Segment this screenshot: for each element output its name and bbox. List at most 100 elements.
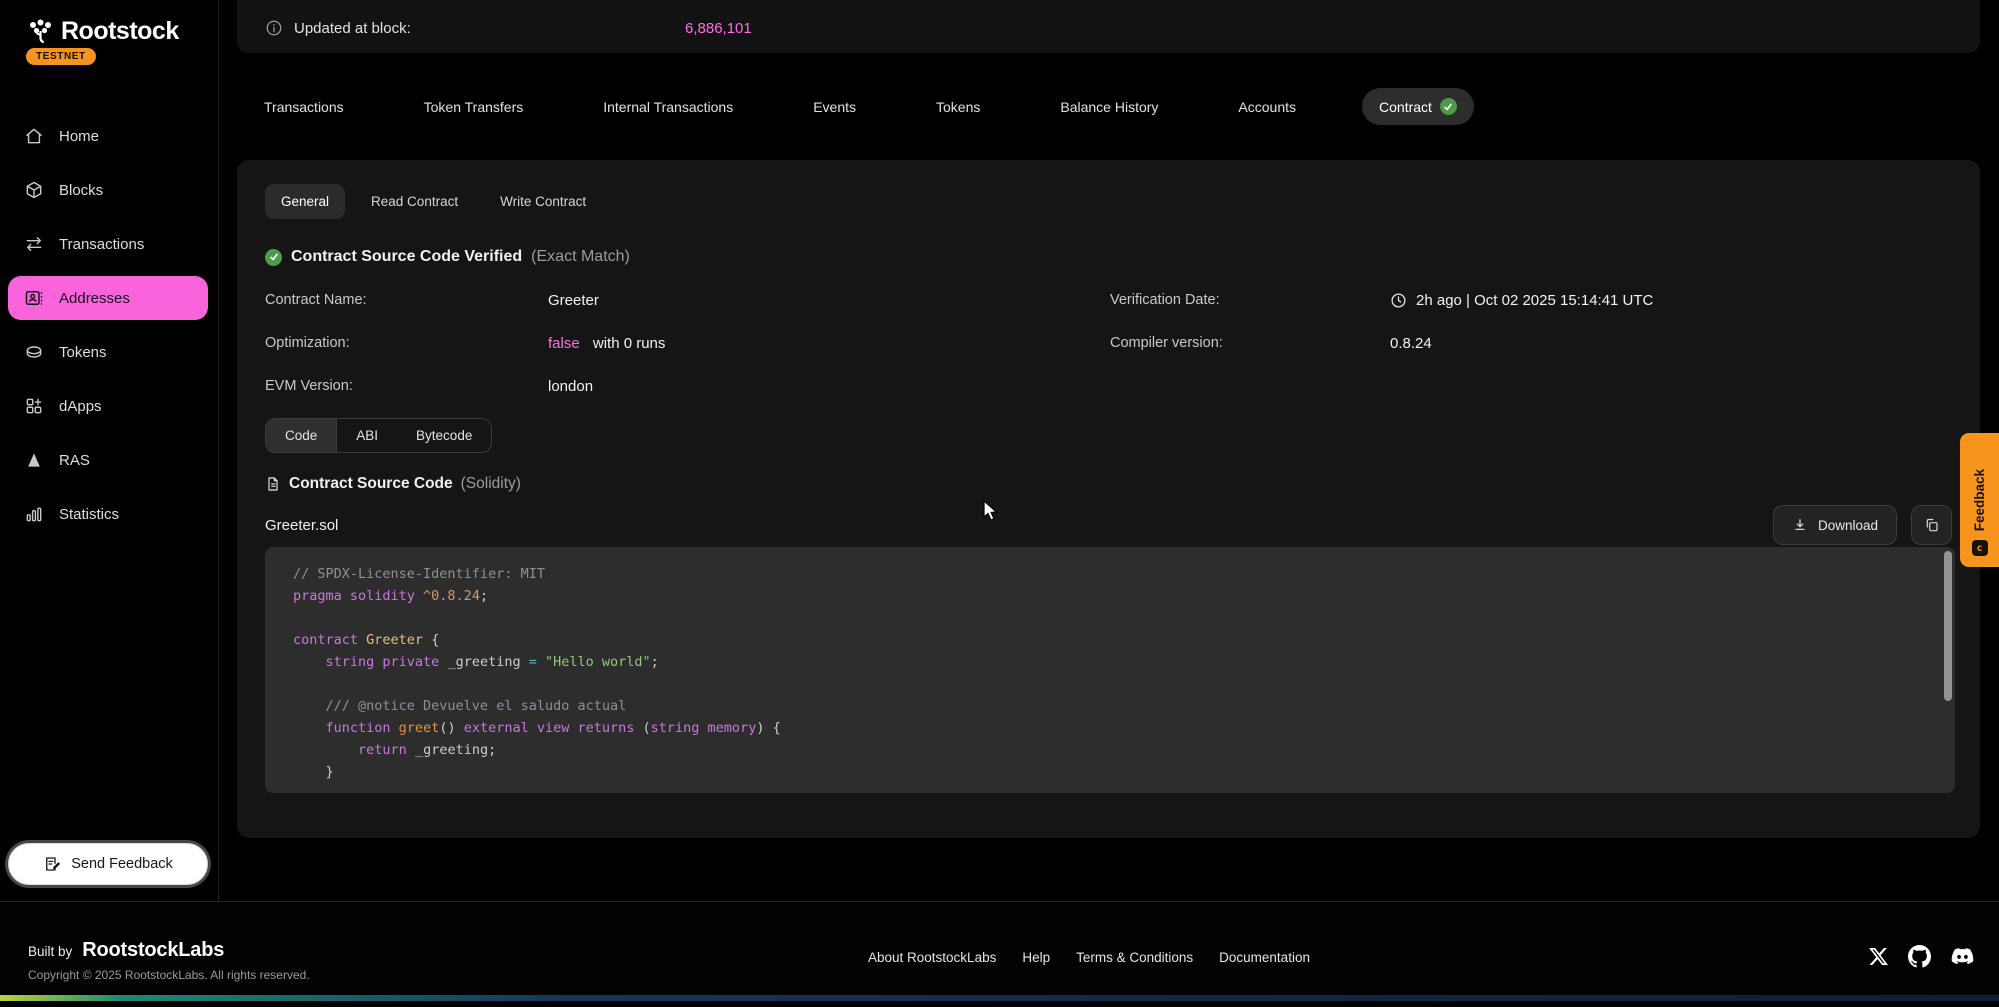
sidebar-item-label: Statistics — [59, 506, 119, 523]
footer-gradient-stripe — [0, 995, 1999, 1001]
updated-block-label: Updated at block: — [294, 20, 411, 37]
testnet-badge: TESTNET — [26, 48, 96, 65]
contract-name-value: Greeter — [548, 292, 599, 309]
sidebar-item-statistics[interactable]: Statistics — [8, 492, 208, 536]
toggle-abi[interactable]: ABI — [337, 419, 397, 452]
contract-name-label: Contract Name: — [265, 292, 548, 308]
subtab-general[interactable]: General — [265, 184, 345, 219]
transactions-icon — [24, 234, 44, 254]
blocks-icon — [24, 180, 44, 200]
toggle-code[interactable]: Code — [266, 419, 337, 452]
contract-fields-right: Verification Date: 2h ago | Oct 02 2025 … — [1110, 290, 1653, 376]
verified-match-type: (Exact Match) — [531, 248, 630, 266]
rootstock-logo[interactable]: Rootstock — [27, 17, 179, 46]
footer-brand[interactable]: RootstockLabs — [82, 939, 224, 962]
sidebar-item-label: Tokens — [59, 344, 107, 361]
field-optimization: Optimization: false with 0 runs — [265, 333, 665, 353]
updated-block-label-wrap: Updated at block: — [265, 19, 685, 37]
sidebar-item-transactions[interactable]: Transactions — [8, 222, 208, 266]
feedback-note-icon — [43, 855, 61, 873]
brand-name: Rootstock — [61, 17, 179, 46]
contract-verified-check-icon — [1440, 98, 1457, 115]
tab-internal-transactions[interactable]: Internal Transactions — [589, 89, 747, 125]
file-icon — [265, 476, 281, 492]
source-title: Contract Source Code — [289, 475, 453, 493]
sidebar-item-home[interactable]: Home — [8, 114, 208, 158]
copy-source-button[interactable] — [1911, 505, 1952, 545]
download-label: Download — [1818, 518, 1878, 533]
source-file-actions: Download — [1773, 505, 1952, 545]
source-language: (Solidity) — [461, 475, 521, 493]
contract-panel: General Read Contract Write Contract Con… — [237, 160, 1980, 838]
code-content: // SPDX-License-Identifier: MITpragma so… — [293, 563, 1955, 783]
sidebar-item-blocks[interactable]: Blocks — [8, 168, 208, 212]
updated-block-row: Updated at block: 6,886,101 — [237, 19, 1980, 53]
subtab-write-contract[interactable]: Write Contract — [484, 184, 602, 219]
footer-link-documentation[interactable]: Documentation — [1219, 950, 1310, 965]
tab-contract-label: Contract — [1379, 99, 1432, 115]
feedback-side-tab[interactable]: Feedback c — [1960, 433, 1999, 567]
sidebar-item-label: Addresses — [59, 290, 130, 307]
source-code-block[interactable]: // SPDX-License-Identifier: MITpragma so… — [265, 547, 1955, 793]
contract-fields-left: Contract Name: Greeter Optimization: fal… — [265, 290, 665, 419]
sidebar-item-tokens[interactable]: Tokens — [8, 330, 208, 374]
send-feedback-label: Send Feedback — [71, 856, 173, 872]
discord-icon[interactable] — [1950, 944, 1975, 969]
sidebar: Rootstock TESTNET Home Blocks Transactio… — [0, 0, 219, 901]
x-twitter-icon[interactable] — [1868, 946, 1889, 967]
footer-social-icons — [1868, 944, 1975, 969]
compiler-version-value: 0.8.24 — [1390, 335, 1432, 352]
footer-link-about[interactable]: About RootstockLabs — [868, 950, 996, 965]
updated-block-value[interactable]: 6,886,101 — [685, 20, 752, 37]
footer-link-terms[interactable]: Terms & Conditions — [1076, 950, 1193, 965]
rootstock-tree-icon — [27, 18, 54, 45]
tab-transactions[interactable]: Transactions — [250, 89, 358, 125]
sidebar-item-label: Home — [59, 128, 99, 145]
optimization-value: false with 0 runs — [548, 335, 665, 352]
tab-tokens[interactable]: Tokens — [922, 89, 994, 125]
tab-contract[interactable]: Contract — [1362, 88, 1474, 125]
footer-links: About RootstockLabs Help Terms & Conditi… — [868, 950, 1310, 965]
verified-check-icon — [265, 249, 282, 266]
tab-balance-history[interactable]: Balance History — [1046, 89, 1172, 125]
code-scrollbar[interactable] — [1944, 551, 1952, 701]
sidebar-item-ras[interactable]: RAS — [8, 438, 208, 482]
tab-accounts[interactable]: Accounts — [1224, 89, 1310, 125]
field-contract-name: Contract Name: Greeter — [265, 290, 665, 310]
field-evm-version: EVM Version: london — [265, 376, 665, 396]
optimization-flag: false — [548, 335, 580, 352]
subtab-read-contract[interactable]: Read Contract — [355, 184, 474, 219]
home-icon — [24, 126, 44, 146]
sidebar-item-label: dApps — [59, 398, 102, 415]
toggle-bytecode[interactable]: Bytecode — [397, 419, 491, 452]
feedback-widget-icon: c — [1972, 540, 1988, 556]
tab-token-transfers[interactable]: Token Transfers — [410, 89, 538, 125]
ras-icon — [24, 450, 44, 470]
verified-row: Contract Source Code Verified (Exact Mat… — [265, 248, 630, 266]
contract-subtabs: General Read Contract Write Contract — [265, 184, 602, 219]
send-feedback-button[interactable]: Send Feedback — [8, 843, 208, 885]
tab-events[interactable]: Events — [799, 89, 870, 125]
verification-date-label: Verification Date: — [1110, 292, 1390, 308]
code-view-toggle: Code ABI Bytecode — [265, 418, 492, 453]
statistics-icon — [24, 504, 44, 524]
sidebar-nav: Home Blocks Transactions Addresses Token… — [8, 114, 208, 546]
sidebar-item-label: RAS — [59, 452, 90, 469]
source-file-row: Greeter.sol Download — [265, 505, 1952, 545]
address-tabs: Transactions Token Transfers Internal Tr… — [250, 88, 1474, 125]
github-icon[interactable] — [1908, 945, 1931, 968]
footer: Built by RootstockLabs Copyright © 2025 … — [0, 901, 1999, 1001]
download-button[interactable]: Download — [1773, 505, 1897, 545]
sidebar-item-addresses[interactable]: Addresses — [8, 276, 208, 320]
verification-date-value: 2h ago | Oct 02 2025 15:14:41 UTC — [1390, 292, 1653, 309]
verification-date-text: 2h ago | Oct 02 2025 15:14:41 UTC — [1416, 292, 1653, 309]
sidebar-item-dapps[interactable]: dApps — [8, 384, 208, 428]
footer-link-help[interactable]: Help — [1022, 950, 1050, 965]
built-by-label: Built by — [28, 944, 72, 959]
copy-icon — [1924, 517, 1940, 533]
source-title-row: Contract Source Code (Solidity) — [265, 475, 521, 493]
clock-icon — [1390, 292, 1407, 309]
updated-block-bar: Updated at block: 6,886,101 — [237, 0, 1980, 53]
tokens-icon — [24, 342, 44, 362]
sidebar-item-label: Blocks — [59, 182, 103, 199]
